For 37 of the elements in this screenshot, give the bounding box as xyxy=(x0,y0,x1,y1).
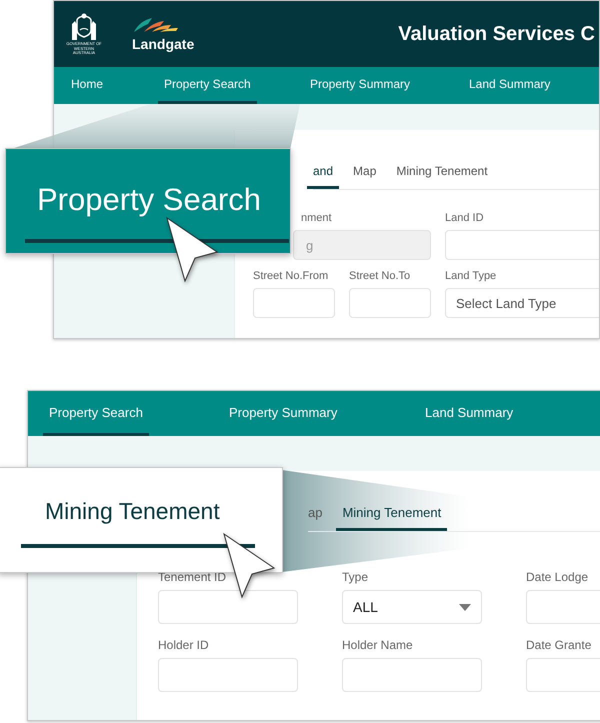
callout-label: Property Search xyxy=(37,182,261,218)
tab[interactable]: Map xyxy=(347,158,382,189)
nav-link[interactable]: Property Summary xyxy=(304,67,416,104)
caret-icon xyxy=(459,604,471,610)
nav-link[interactable]: Land Summary xyxy=(463,67,556,104)
input-field[interactable] xyxy=(349,288,431,318)
app-title: Valuation Services C xyxy=(398,22,595,46)
callout-label: Mining Tenement xyxy=(45,498,220,525)
nav-link[interactable]: Property Summary xyxy=(223,391,344,436)
tab[interactable]: Mining Tenement xyxy=(390,158,494,189)
field-label: Tenement ID xyxy=(158,570,228,584)
input-field[interactable] xyxy=(253,288,335,318)
field-label: Holder ID xyxy=(158,638,210,652)
field-label: Land Type xyxy=(445,270,498,282)
select-field[interactable]: Select Land Type xyxy=(445,288,599,318)
landgate-logo-icon xyxy=(132,16,180,34)
nav-link[interactable]: Home xyxy=(65,67,110,104)
field-label: Date Grante xyxy=(526,638,592,652)
select-field[interactable]: ALL xyxy=(342,590,482,624)
input-field[interactable] xyxy=(445,230,599,260)
pointer-cursor-icon xyxy=(166,216,218,282)
field-label: Street No.From xyxy=(253,270,330,282)
field-label: Land ID xyxy=(445,212,485,224)
field-label: nment xyxy=(300,212,333,224)
field-label: Date Lodge xyxy=(526,570,590,584)
nav-link[interactable]: Land Summary xyxy=(419,391,520,436)
input-field[interactable]: g xyxy=(293,230,431,260)
input-field[interactable] xyxy=(158,590,298,624)
field-label: Holder Name xyxy=(342,638,414,652)
field-label: Street No.To xyxy=(349,270,412,282)
field-label: Type xyxy=(342,570,370,584)
input-field[interactable] xyxy=(158,658,298,692)
tab[interactable]: and xyxy=(307,158,340,189)
crest-icon xyxy=(69,12,99,42)
input-field[interactable] xyxy=(342,658,482,692)
logo-text: Landgate xyxy=(132,36,194,52)
tab[interactable]: ap xyxy=(302,499,328,531)
